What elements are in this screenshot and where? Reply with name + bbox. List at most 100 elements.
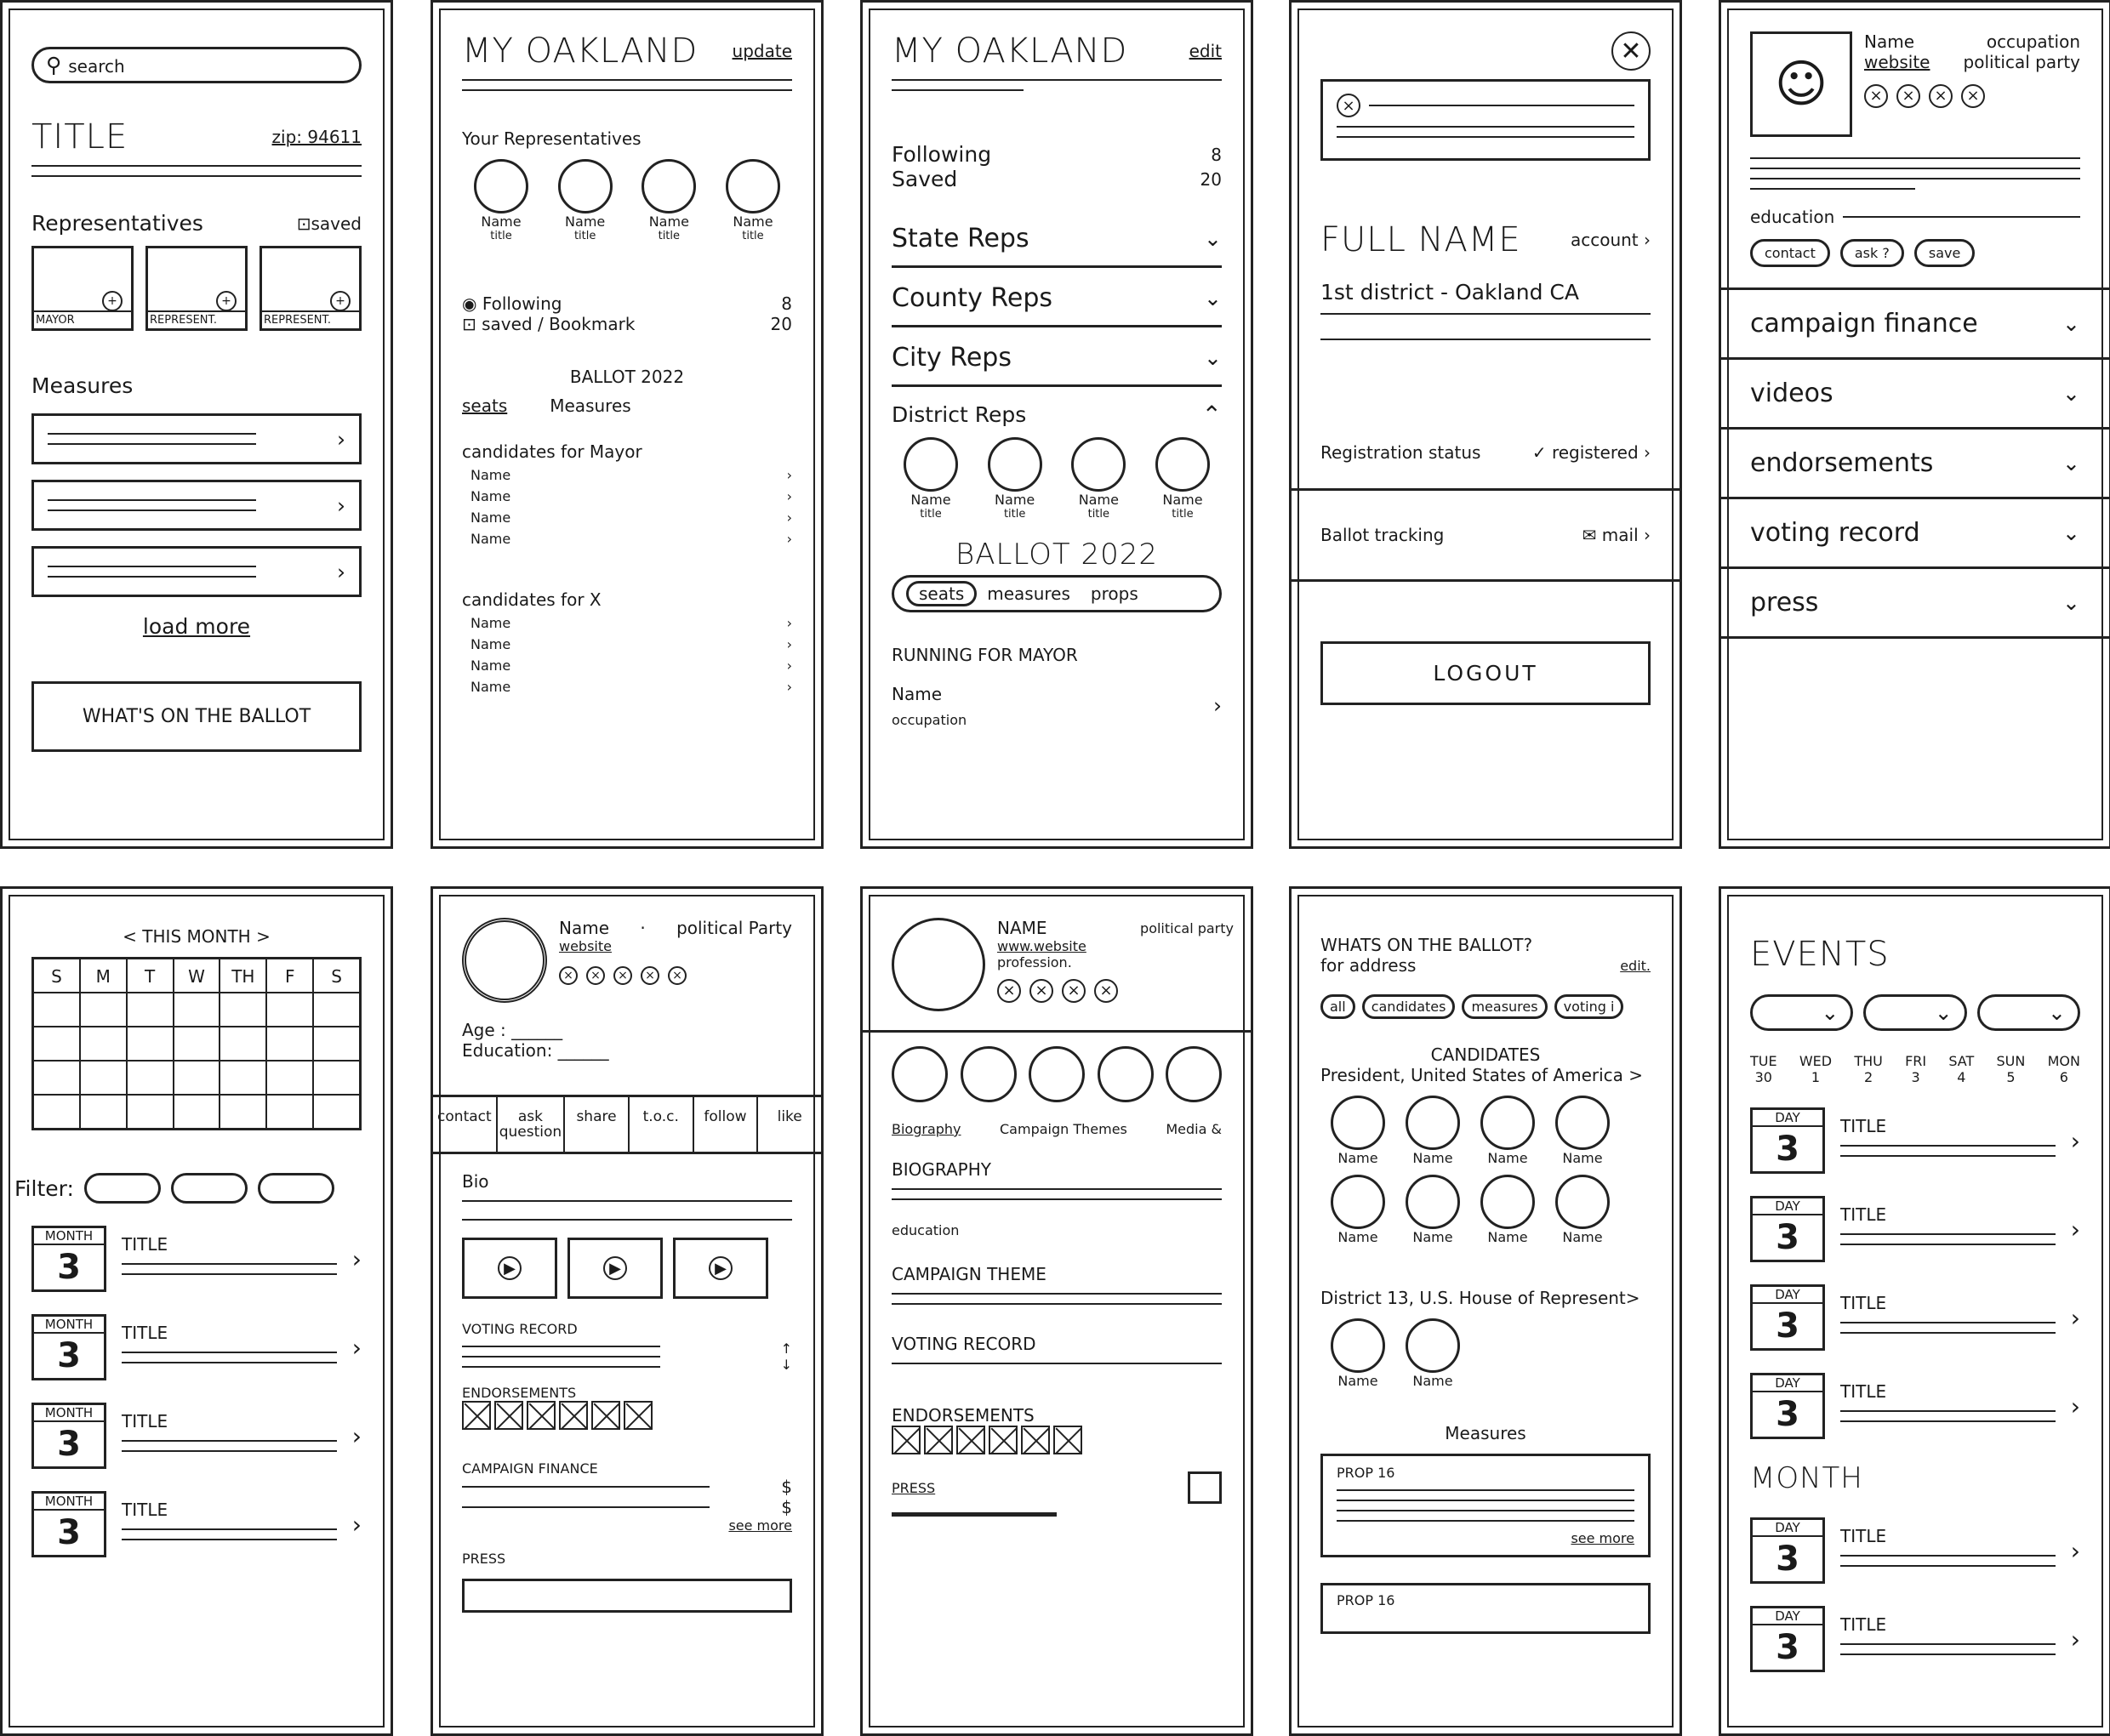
week-day[interactable]: SAT 4 [1948,1053,1974,1085]
event-item[interactable]: DAY 3 TITLE › [1750,1373,2080,1439]
calendar-cell[interactable] [79,1027,127,1061]
rep-avatar[interactable]: Name title [630,159,708,242]
candidate-row[interactable]: Name › [470,679,792,695]
registration-status-row[interactable]: Registration status ✓ registered › [1292,442,1679,491]
ask-button[interactable]: ask ? [1839,239,1904,267]
logout-button[interactable]: LOGOUT [1320,641,1651,705]
accordion-videos[interactable]: videos ⌄ [1721,360,2109,430]
week-day[interactable]: SUN 5 [1997,1053,2026,1085]
rep-avatar[interactable]: Name title [1143,437,1222,521]
rep-card[interactable]: + MAYOR [31,246,134,331]
accordion-county-reps[interactable]: County Reps ⌄ [892,268,1222,327]
candidate-avatar[interactable]: Name [1395,1096,1470,1166]
accordion-district-reps[interactable]: District Reps [892,402,1026,427]
filter-pill[interactable] [170,1173,248,1204]
press-thumbnail[interactable] [1188,1471,1222,1504]
update-link[interactable]: update [733,41,792,61]
calendar-cell[interactable] [126,1027,174,1061]
filter-pill[interactable] [83,1173,161,1204]
account-link[interactable]: account › [1571,230,1651,250]
press-card[interactable] [462,1579,792,1613]
candidate-avatar[interactable]: Name [1545,1175,1620,1245]
following-link[interactable]: ◉ Following [462,293,562,314]
tab-media[interactable]: Media & [1166,1121,1222,1137]
calendar-cell[interactable] [33,993,80,1027]
calendar-cell[interactable] [313,1061,360,1095]
dropdown-select[interactable]: ⌄ [1976,994,2080,1031]
candidate-avatar[interactable]: Name [1470,1175,1545,1245]
measure-row[interactable]: › [31,413,362,464]
saved-link[interactable]: ⊡ saved / Bookmark [462,314,635,334]
accordion-campaign-finance[interactable]: campaign finance ⌄ [1721,287,2109,360]
calendar-cell[interactable] [266,1061,314,1095]
candidate-avatar[interactable]: Name [1395,1175,1470,1245]
contact-button[interactable]: contact [1750,239,1830,267]
candidate-row[interactable]: Name › [470,509,792,526]
event-item[interactable]: DAY 3 TITLE › [1750,1196,2080,1262]
edit-link[interactable]: edit [1189,41,1222,61]
video-thumbnail[interactable]: ▶ [567,1238,663,1299]
whats-on-ballot-button[interactable]: WHAT'S ON THE BALLOT [31,681,362,752]
event-item[interactable]: MONTH 3 TITLE › [31,1226,362,1292]
calendar-cell[interactable] [220,1061,267,1095]
tab-measures[interactable]: Measures [550,396,630,416]
calendar-cell[interactable] [33,1027,80,1061]
month-selector[interactable]: < THIS MONTH > [31,926,362,947]
week-day[interactable]: FRI 3 [1905,1053,1926,1085]
tab-campaign-themes[interactable]: Campaign Themes [1000,1121,1127,1137]
media-circle[interactable] [1029,1046,1085,1102]
accordion-press[interactable]: press ⌄ [1721,569,2109,639]
calendar-cell[interactable] [126,993,174,1027]
candidate-avatar[interactable]: Name [1470,1096,1545,1166]
measure-card[interactable]: PROP 16 [1320,1583,1651,1634]
candidate-row[interactable]: Name › [470,636,792,652]
accordion-voting-record[interactable]: voting record ⌄ [1721,499,2109,569]
calendar-cell[interactable] [173,1027,220,1061]
segment-props[interactable]: props [1081,583,1149,604]
candidate-row[interactable]: Name › [470,657,792,674]
sort-arrows-icon[interactable]: ↑ ↓ [781,1340,792,1373]
candidate-row[interactable]: Name › [470,488,792,504]
week-day[interactable]: MON 6 [2048,1053,2080,1085]
edit-link[interactable]: edit. [1620,958,1651,974]
calendar-cell[interactable] [313,993,360,1027]
filter-chip[interactable]: voting i [1554,994,1624,1019]
tab-seats[interactable]: seats [462,396,507,416]
action-follow[interactable]: follow [694,1097,759,1152]
rep-card[interactable]: + REPRESENT. [259,246,362,331]
calendar-cell[interactable] [220,993,267,1027]
rep-avatar[interactable]: Name title [1059,437,1138,521]
video-thumbnail[interactable]: ▶ [673,1238,768,1299]
calendar-cell[interactable] [266,993,314,1027]
rep-avatar[interactable]: Name title [546,159,624,242]
rep-avatar[interactable]: Name title [462,159,540,242]
calendar-cell[interactable] [33,1095,80,1129]
candidate-avatar[interactable]: Name [1395,1318,1470,1389]
chevron-up-icon[interactable]: ⌃ [1202,401,1222,429]
candidate-avatar[interactable]: Name [1320,1096,1395,1166]
media-circle[interactable] [892,1046,948,1102]
measure-row[interactable]: › [31,546,362,597]
saved-link[interactable]: Saved [892,167,957,191]
media-circle[interactable] [1097,1046,1154,1102]
candidate-avatar[interactable]: Name [1320,1318,1395,1389]
calendar-cell[interactable] [126,1061,174,1095]
filter-chip[interactable]: all [1320,994,1355,1019]
event-item[interactable]: DAY 3 TITLE › [1750,1284,2080,1351]
website-link[interactable]: website [1864,52,1930,72]
event-item[interactable]: MONTH 3 TITLE › [31,1491,362,1557]
zip-code[interactable]: zip: 94611 [272,127,362,147]
calendar-cell[interactable] [220,1027,267,1061]
measure-row[interactable]: › [31,480,362,531]
calendar-cell[interactable] [220,1095,267,1129]
calendar-cell[interactable] [266,1095,314,1129]
candidate-row[interactable]: Name › [470,467,792,483]
filter-pill[interactable] [257,1173,334,1204]
event-item[interactable]: DAY 3 TITLE › [1750,1517,2080,1584]
action-askquestion[interactable]: ask question [498,1097,566,1152]
filter-chip[interactable]: candidates [1361,994,1456,1019]
website-link[interactable]: website [559,938,792,954]
week-day[interactable]: TUE 30 [1750,1053,1777,1085]
calendar-cell[interactable] [79,993,127,1027]
event-item[interactable]: MONTH 3 TITLE › [31,1314,362,1380]
